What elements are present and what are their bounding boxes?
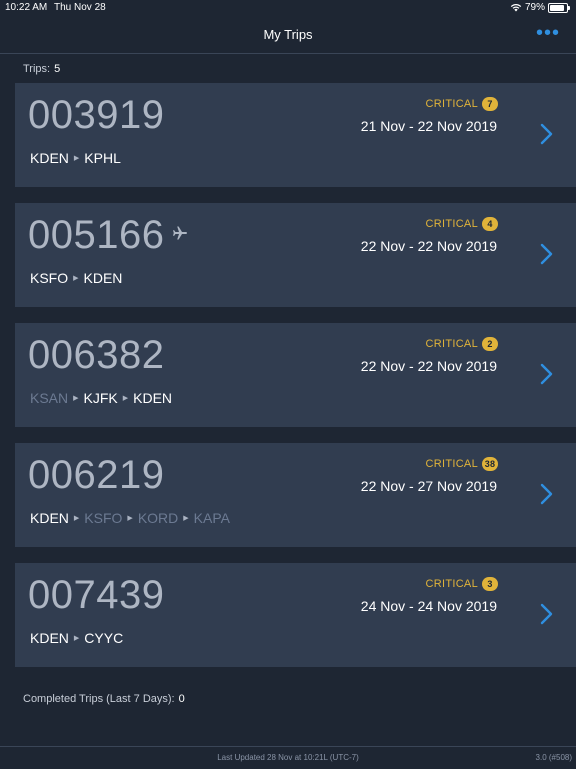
- trip-card[interactable]: 006219 CRITICAL 38 22 Nov - 27 Nov 2019 KDEN…: [15, 443, 576, 547]
- battery-percent: 79%: [524, 2, 545, 13]
- trip-route: KSFO ▶ KDEN: [30, 270, 122, 286]
- route-arrow-icon: ▶: [183, 515, 189, 522]
- critical-label: CRITICAL: [425, 218, 478, 230]
- route-arrow-icon: ▶: [73, 515, 80, 522]
- route-arrow-icon: ▶: [73, 395, 79, 402]
- nav-bar: My Trips •••: [0, 16, 576, 54]
- wifi-icon: [510, 3, 522, 12]
- trip-number: 007439: [28, 573, 165, 617]
- route-arrow-icon: ▶: [122, 395, 129, 402]
- critical-count-badge: 2: [482, 337, 498, 351]
- airport-code: KDEN: [30, 510, 69, 526]
- airport-code: KSFO: [30, 270, 69, 286]
- trip-card[interactable]: 006382 CRITICAL 2 22 Nov - 22 Nov 2019 KSAN ▶…: [15, 323, 576, 427]
- critical-label: CRITICAL: [425, 578, 478, 590]
- critical-status: CRITICAL 2: [425, 337, 498, 351]
- trip-dates: 22 Nov - 22 Nov 2019: [360, 238, 497, 254]
- trip-card[interactable]: 007439 CRITICAL 3 24 Nov - 24 Nov 2019 KDEN ▶…: [15, 563, 576, 667]
- critical-status: CRITICAL 3: [425, 577, 498, 591]
- airport-code: KDEN: [133, 390, 173, 406]
- more-dots-icon[interactable]: •••: [536, 23, 560, 43]
- trip-dates: 21 Nov - 22 Nov 2019: [360, 118, 497, 134]
- status-bar: 10:22 AM Thu Nov 28 79%: [0, 0, 576, 16]
- critical-label: CRITICAL: [425, 338, 478, 350]
- status-date: Thu Nov 28: [54, 2, 106, 13]
- trip-number: 005166: [28, 213, 165, 257]
- trips-count-value: 5: [54, 63, 61, 75]
- airport-code: CYYC: [84, 630, 124, 646]
- chevron-right-icon[interactable]: [540, 483, 554, 505]
- trip-dates: 22 Nov - 27 Nov 2019: [360, 478, 497, 494]
- completed-trips-value: 0: [178, 693, 185, 705]
- airport-code: KDEN: [30, 630, 69, 646]
- trip-number: 003919: [28, 93, 165, 137]
- critical-status: CRITICAL 4: [425, 217, 498, 231]
- trip-number: 006382: [28, 333, 165, 377]
- chevron-right-icon[interactable]: [540, 243, 554, 265]
- airport-code: KSFO: [84, 510, 123, 526]
- trip-card[interactable]: 005166 CRITICAL 4 22 Nov - 22 Nov 2019 KSFO ▶…: [15, 203, 576, 307]
- page-title: My Trips: [263, 27, 313, 42]
- route-arrow-icon: ▶: [127, 515, 133, 522]
- trips-count: Trips: 5: [23, 63, 60, 75]
- route-arrow-icon: ▶: [73, 635, 80, 642]
- critical-count-badge: 7: [482, 97, 498, 111]
- route-arrow-icon: ▶: [73, 275, 79, 282]
- airport-code: KJFK: [83, 390, 118, 406]
- completed-trips-label: Completed Trips (Last 7 Days):: [23, 693, 175, 705]
- critical-status: CRITICAL 7: [425, 97, 498, 111]
- completed-trips: Completed Trips (Last 7 Days): 0: [23, 693, 185, 705]
- status-time: 10:22 AM: [5, 2, 48, 13]
- critical-status: CRITICAL 38: [425, 457, 498, 471]
- chevron-right-icon[interactable]: [540, 363, 554, 385]
- trip-dates: 24 Nov - 24 Nov 2019: [360, 598, 497, 614]
- trip-route: KSAN ▶ KJFK ▶ KDEN: [30, 390, 172, 406]
- critical-count-badge: 38: [482, 457, 498, 471]
- route-arrow-icon: ▶: [73, 155, 80, 162]
- critical-count-badge: 4: [482, 217, 498, 231]
- trip-route: KDEN ▶ KPHL: [30, 150, 121, 166]
- airport-code: KSAN: [30, 390, 69, 406]
- last-updated: Last Updated 28 Nov at 10:21L (UTC-7): [217, 753, 359, 762]
- critical-label: CRITICAL: [425, 458, 478, 470]
- airport-code: KDEN: [30, 150, 69, 166]
- footer: Last Updated 28 Nov at 10:21L (UTC-7) 3.…: [0, 746, 576, 769]
- airport-code: KORD: [137, 510, 179, 526]
- trip-route: KDEN ▶ KSFO ▶ KORD ▶ KAPA: [30, 510, 230, 526]
- critical-label: CRITICAL: [425, 98, 478, 110]
- status-right: 79%: [510, 2, 570, 13]
- airplane-icon: [173, 226, 187, 240]
- airport-code: KAPA: [193, 510, 230, 526]
- trip-dates: 22 Nov - 22 Nov 2019: [360, 358, 497, 374]
- airport-code: KDEN: [83, 270, 123, 286]
- app-version: 3.0 (#508): [535, 753, 572, 762]
- trip-card[interactable]: 003919 CRITICAL 7 21 Nov - 22 Nov 2019 KDEN ▶…: [15, 83, 576, 187]
- trips-count-label: Trips:: [23, 63, 51, 75]
- trip-route: KDEN ▶ CYYC: [30, 630, 123, 646]
- critical-count-badge: 3: [482, 577, 498, 591]
- trip-number: 006219: [28, 453, 165, 497]
- airport-code: KPHL: [84, 150, 121, 166]
- chevron-right-icon[interactable]: [540, 123, 554, 145]
- chevron-right-icon[interactable]: [540, 603, 554, 625]
- battery-icon: [548, 2, 570, 13]
